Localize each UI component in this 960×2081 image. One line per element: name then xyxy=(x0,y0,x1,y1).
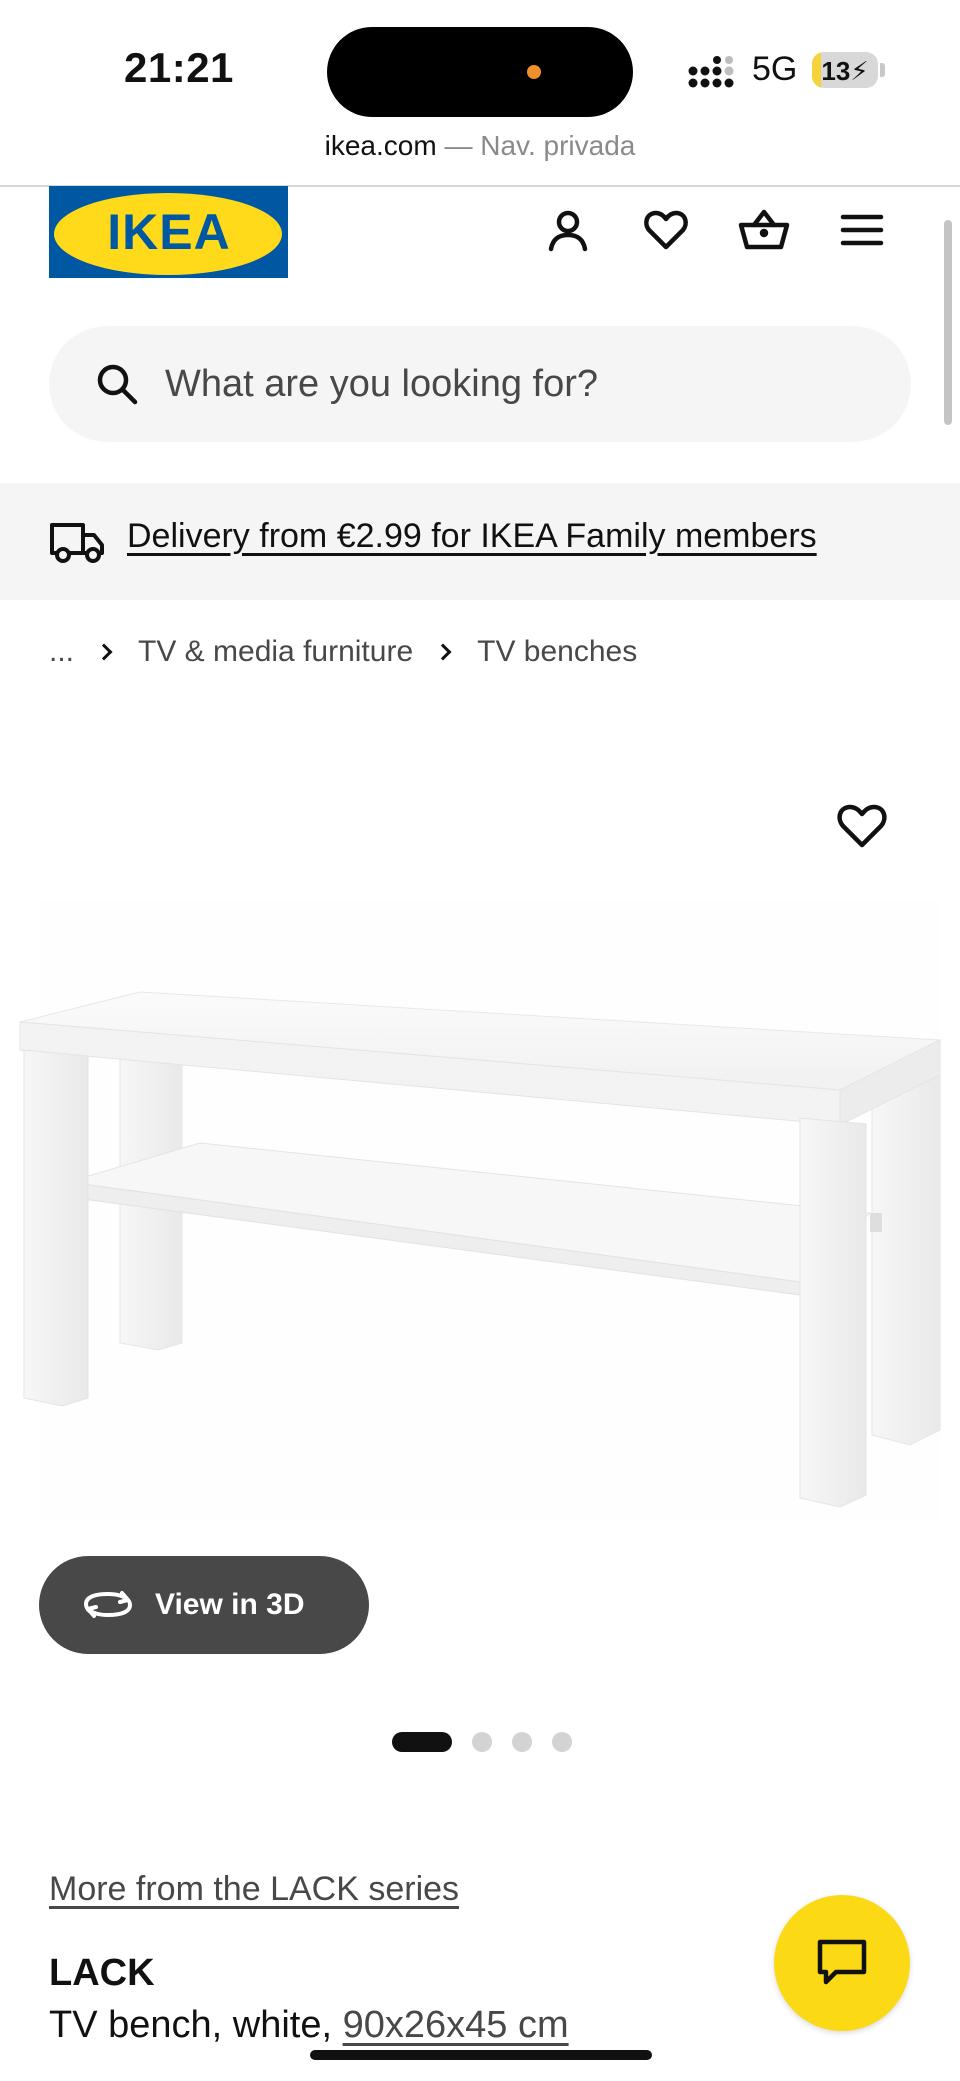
rotate-3d-icon xyxy=(84,1591,132,1618)
dynamic-island xyxy=(327,27,633,117)
heart-icon xyxy=(644,210,688,250)
gallery-pagination xyxy=(392,1731,572,1753)
gallery-dot-2[interactable] xyxy=(472,1732,492,1752)
battery-nub xyxy=(880,63,885,77)
page-scrollbar[interactable] xyxy=(944,220,952,425)
truck-icon xyxy=(50,523,104,563)
product-dimensions-link[interactable]: 90x26x45 cm xyxy=(343,2004,569,2046)
view-in-3d-button[interactable]: View in 3D xyxy=(39,1556,369,1654)
product-name: LACK xyxy=(49,1952,155,1994)
breadcrumb-ellipsis[interactable]: ... xyxy=(49,635,74,669)
gallery-dot-3[interactable] xyxy=(512,1732,532,1752)
gallery-dot-4[interactable] xyxy=(552,1732,572,1752)
profile-button[interactable] xyxy=(540,202,596,258)
private-mode-label: — Nav. privada xyxy=(444,130,636,161)
menu-icon xyxy=(840,214,884,246)
home-indicator[interactable] xyxy=(310,2050,652,2060)
profile-icon xyxy=(548,210,588,252)
gallery-dot-1[interactable] xyxy=(392,1732,452,1752)
battery-indicator: 13⚡ xyxy=(812,52,878,88)
search-bar[interactable] xyxy=(49,326,911,442)
product-type: TV bench, white, xyxy=(49,2004,343,2046)
breadcrumb-tv-benches[interactable]: TV benches xyxy=(477,635,637,669)
network-type: 5G xyxy=(752,50,798,88)
wishlist-button[interactable] xyxy=(638,202,694,258)
chevron-right-icon xyxy=(434,643,452,661)
browser-domain: ikea.com xyxy=(324,130,437,161)
chat-button[interactable] xyxy=(774,1895,910,2031)
product-image-lack-tv-bench xyxy=(19,900,942,1520)
product-description: TV bench, white, 90x26x45 cm xyxy=(49,2004,569,2047)
signal-icon xyxy=(688,56,734,88)
search-input[interactable] xyxy=(165,346,865,422)
status-time: 21:21 xyxy=(124,44,234,91)
delivery-banner: Delivery from €2.99 for IKEA Family memb… xyxy=(0,483,960,600)
svg-text:IKEA: IKEA xyxy=(107,204,230,260)
ikea-logo[interactable]: IKEA xyxy=(49,186,288,278)
recording-indicator-dot xyxy=(527,65,541,79)
chevron-right-icon xyxy=(95,643,113,661)
series-link[interactable]: More from the LACK series xyxy=(49,1870,459,1909)
battery-level: 13⚡ xyxy=(821,56,869,86)
delivery-promo-link[interactable]: Delivery from €2.99 for IKEA Family memb… xyxy=(127,517,817,556)
menu-button[interactable] xyxy=(834,202,890,258)
view-in-3d-label: View in 3D xyxy=(155,1588,305,1621)
add-to-favourites-icon[interactable] xyxy=(836,800,888,852)
basket-button[interactable] xyxy=(736,202,792,258)
breadcrumb-tv-media-furniture[interactable]: TV & media furniture xyxy=(138,635,413,669)
status-bar: 21:21 5G 13⚡ ikea.com — Nav. privada xyxy=(0,0,960,187)
search-icon xyxy=(97,364,138,405)
header-actions xyxy=(540,202,920,262)
breadcrumb: ... TV & media furniture TV benches xyxy=(49,632,637,672)
chat-icon xyxy=(817,1939,867,1985)
basket-icon xyxy=(738,209,790,250)
browser-url-bar[interactable]: ikea.com — Nav. privada xyxy=(0,130,960,162)
